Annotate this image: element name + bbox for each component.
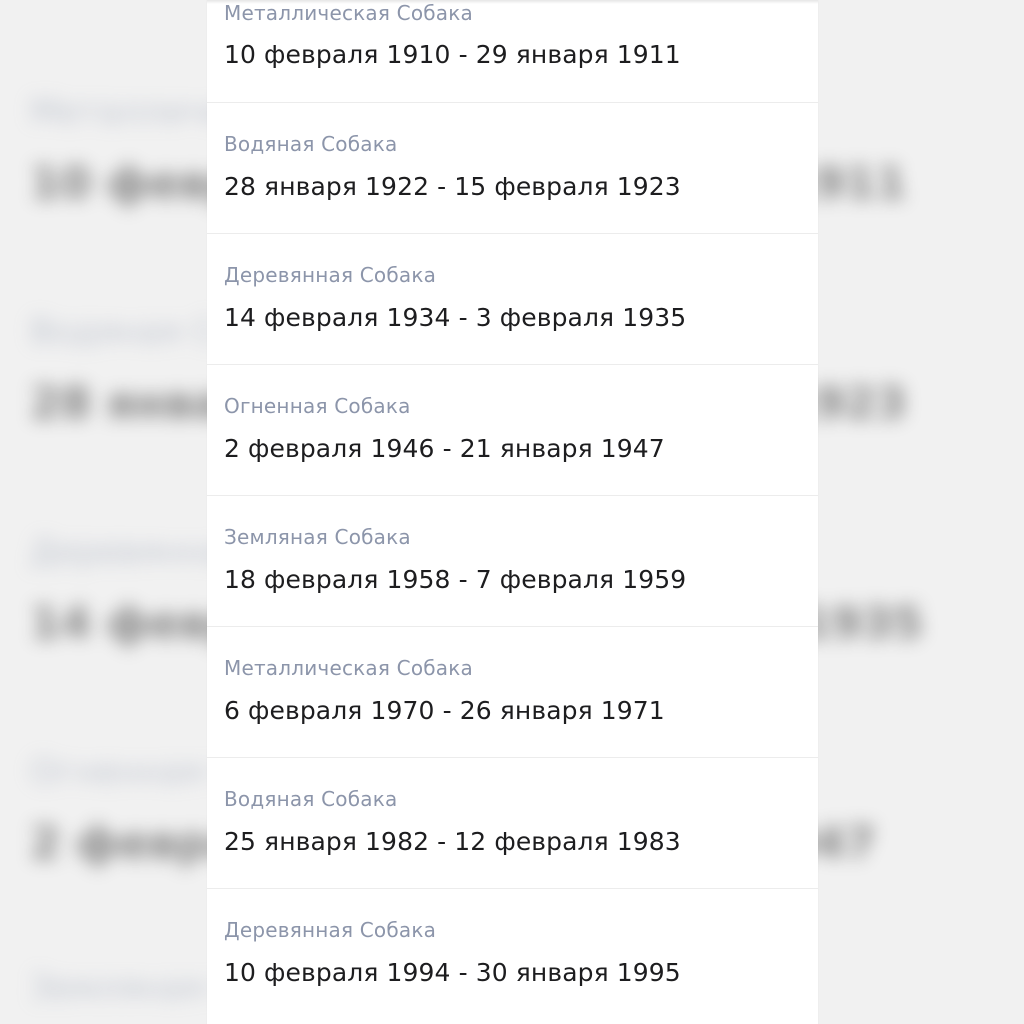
list-item: Водяная Собака 28 января 1922 - 15 февра… xyxy=(207,103,818,234)
list-item: Металлическая Собака 6 февраля 1970 - 26… xyxy=(207,627,818,758)
date-range: 10 февраля 1910 - 29 января 1911 xyxy=(224,40,681,69)
date-range: 14 февраля 1934 - 3 февраля 1935 xyxy=(224,303,687,332)
element-title: Деревянная Собака xyxy=(224,918,437,942)
list-item: Металлическая Собака 10 февраля 1910 - 2… xyxy=(207,0,818,103)
list-item: Огненная Собака 2 февраля 1946 - 21 янва… xyxy=(207,365,818,496)
element-title: Металлическая Собака xyxy=(224,1,473,25)
date-range: 2 февраля 1946 - 21 января 1947 xyxy=(224,434,665,463)
date-range: 18 февраля 1958 - 7 февраля 1959 xyxy=(224,565,687,594)
element-title: Земляная Собака xyxy=(224,525,411,549)
element-title: Водяная Собака xyxy=(224,787,398,811)
element-title: Деревянная Собака xyxy=(224,263,437,287)
list-item: Земляная Собака 18 февраля 1958 - 7 февр… xyxy=(207,496,818,627)
date-range: 28 января 1922 - 15 февраля 1923 xyxy=(224,172,681,201)
element-title: Водяная Собака xyxy=(224,132,398,156)
list-item: Деревянная Собака 10 февраля 1994 - 30 я… xyxy=(207,889,818,1020)
element-title: Огненная Собака xyxy=(224,394,411,418)
date-range: 25 января 1982 - 12 февраля 1983 xyxy=(224,827,681,856)
date-range: 10 февраля 1994 - 30 января 1995 xyxy=(224,958,681,987)
element-title: Металлическая Собака xyxy=(224,656,473,680)
date-range: 6 февраля 1970 - 26 января 1971 xyxy=(224,696,665,725)
list-item: Водяная Собака 25 января 1982 - 12 февра… xyxy=(207,758,818,889)
dog-years-list: Металлическая Собака 10 февраля 1910 - 2… xyxy=(207,0,818,1024)
list-item: Деревянная Собака 14 февраля 1934 - 3 фе… xyxy=(207,234,818,365)
